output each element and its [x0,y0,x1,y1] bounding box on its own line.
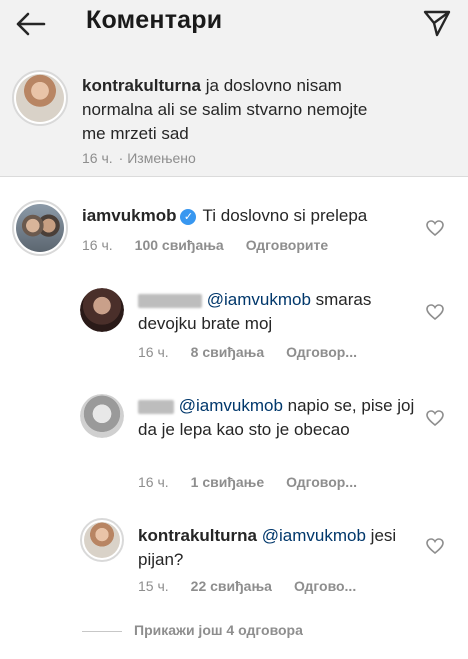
heart-outline-icon[interactable] [426,538,444,554]
avatar[interactable] [80,288,124,332]
caption-text: kontrakulturna ja doslovno nisam normaln… [82,74,382,146]
reply-meta: 16 ч. 1 свиђање Одговор... [138,474,379,490]
direct-send-icon[interactable] [422,8,452,38]
reply-button[interactable]: Одговор... [286,474,357,490]
avatar[interactable] [80,518,124,562]
comment-text: iamvukmob ✓ Ti doslovno si prelepa [82,204,412,228]
hidden-username [138,399,174,414]
mention-link[interactable]: @iamvukmob [179,396,283,415]
reply-likes[interactable]: 22 свиђања [191,578,272,594]
post-caption: kontrakulturna ja doslovno nisam normaln… [0,48,468,176]
comment-username[interactable]: iamvukmob [82,206,176,225]
comment-body: Ti doslovno si prelepa [202,206,368,225]
caption-edited: · Измењено [118,150,196,166]
reply-text: kontrakulturna @iamvukmob jesi pijan? [138,524,418,572]
caption-time: 16 ч. [82,150,113,166]
reply-meta: 16 ч. 8 свиђања Одговор... [138,344,379,360]
divider [0,176,468,177]
mention-link[interactable]: @iamvukmob [262,526,366,545]
heart-outline-icon[interactable] [426,410,444,426]
caption-meta: 16 ч. · Измењено [82,150,218,166]
comment-meta: 16 ч. 100 свиђања Одговорите [82,237,350,253]
heart-outline-icon[interactable] [426,220,444,236]
back-arrow-icon[interactable] [14,10,46,38]
reply-time: 16 ч. [138,474,169,490]
avatar[interactable] [12,200,68,256]
reply-button[interactable]: Одговор... [286,344,357,360]
heart-outline-icon[interactable] [426,304,444,320]
comment-likes[interactable]: 100 свиђања [135,237,224,253]
reply-text: @iamvukmob smaras devojku brate moj [138,288,418,336]
reply-button[interactable]: Одговорите [246,237,328,253]
mention-link[interactable]: @iamvukmob [207,290,311,309]
reply-button[interactable]: Одгово... [294,578,356,594]
verified-badge-icon: ✓ [180,209,197,225]
hidden-username [138,293,202,308]
top-bar: Коментари [0,0,468,48]
reply-likes[interactable]: 8 свиђања [191,344,265,360]
reply-username[interactable]: kontrakulturna [138,526,257,545]
reply-time: 16 ч. [138,344,169,360]
avatar[interactable] [80,394,124,438]
reply-likes[interactable]: 1 свиђање [191,474,265,490]
view-more-replies-link[interactable]: Прикажи још 4 одговора [134,622,303,638]
reply-time: 15 ч. [138,578,169,594]
caption-username[interactable]: kontrakulturna [82,76,201,95]
more-replies-line [82,631,122,632]
comment-time: 16 ч. [82,237,113,253]
reply-text: @iamvukmob napio se, pise joj da je lepa… [138,394,418,442]
page-title: Коментари [86,6,223,34]
reply-meta: 15 ч. 22 свиђања Одгово... [138,578,378,594]
avatar[interactable] [12,70,68,126]
